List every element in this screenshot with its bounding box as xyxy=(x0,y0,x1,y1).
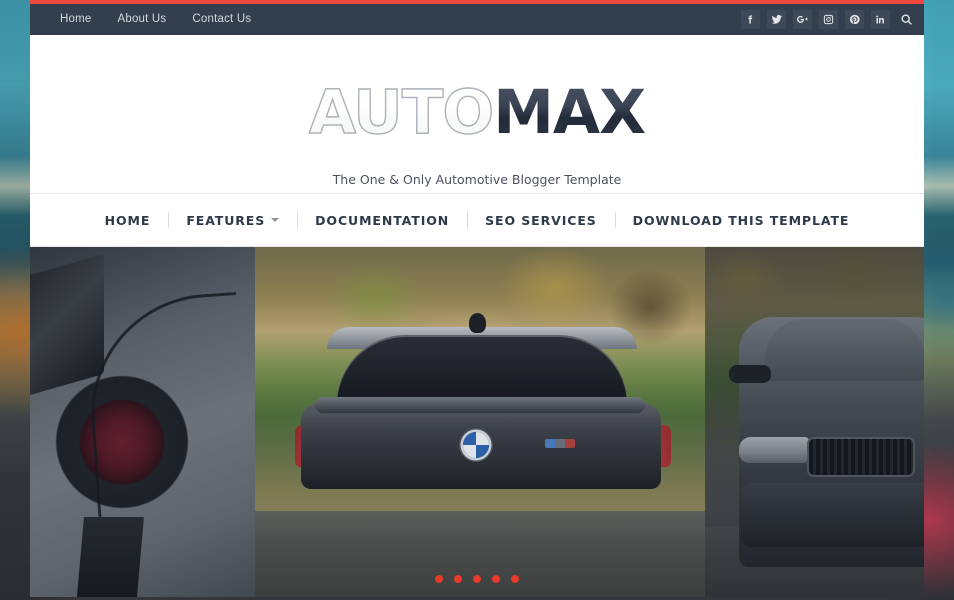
twitter-icon[interactable] xyxy=(767,10,786,29)
top-nav-item-about-us[interactable]: About Us xyxy=(104,4,179,35)
main-nav-link-download-this-template[interactable]: DOWNLOAD THIS TEMPLATE xyxy=(633,213,850,228)
slide-active[interactable] xyxy=(255,247,705,597)
site-logo[interactable]: AUTOMAX xyxy=(30,81,924,143)
featured-slider: Melancholy Middletons Yet Understood Dec… xyxy=(30,247,924,597)
main-nav: HOME FEATURES DOCUMENTATION SEO SERVICES… xyxy=(30,193,924,247)
logo-text-auto: AUTO xyxy=(308,77,495,148)
instagram-icon[interactable] xyxy=(819,10,838,29)
site-tagline: The One & Only Automotive Blogger Templa… xyxy=(332,172,622,187)
social-links xyxy=(734,4,924,35)
slider-dot[interactable] xyxy=(473,575,481,583)
main-nav-item-documentation[interactable]: DOCUMENTATION xyxy=(297,213,467,228)
main-nav-item-home[interactable]: HOME xyxy=(87,213,169,228)
slide-image-bmw-sedan-rear-view xyxy=(255,247,705,597)
slide-next[interactable] xyxy=(705,247,924,597)
site-container: Home About Us Contact Us AUTOMAX The One… xyxy=(30,0,924,600)
main-nav-link-documentation[interactable]: DOCUMENTATION xyxy=(315,213,449,228)
top-nav: Home About Us Contact Us xyxy=(30,4,264,35)
logo-text-max: MAX xyxy=(493,77,646,148)
slider-dot[interactable] xyxy=(492,575,500,583)
main-nav-link-home[interactable]: HOME xyxy=(105,213,151,228)
pinterest-icon[interactable] xyxy=(845,10,864,29)
slider-pagination xyxy=(30,575,924,583)
google-plus-icon[interactable] xyxy=(793,10,812,29)
main-nav-item-features[interactable]: FEATURES xyxy=(168,213,297,228)
top-bar: Home About Us Contact Us xyxy=(30,4,924,35)
site-header: AUTOMAX The One & Only Automotive Blogge… xyxy=(30,35,924,193)
slide-image-bmw-sedan-front-view xyxy=(705,247,924,597)
main-nav-link-seo-services[interactable]: SEO SERVICES xyxy=(485,213,597,228)
search-icon[interactable] xyxy=(897,10,916,29)
slider-dot[interactable] xyxy=(435,575,443,583)
slider-dot[interactable] xyxy=(511,575,519,583)
main-nav-item-seo-services[interactable]: SEO SERVICES xyxy=(467,213,615,228)
top-nav-item-contact-us[interactable]: Contact Us xyxy=(179,4,264,35)
top-nav-item-home[interactable]: Home xyxy=(47,4,104,35)
linkedin-icon[interactable] xyxy=(871,10,890,29)
main-nav-link-features[interactable]: FEATURES xyxy=(186,213,265,228)
slide-image-car-taillight-closeup xyxy=(30,247,255,597)
main-nav-item-download-this-template[interactable]: DOWNLOAD THIS TEMPLATE xyxy=(615,213,868,228)
slide-previous[interactable] xyxy=(30,247,255,597)
slider-dot[interactable] xyxy=(454,575,462,583)
facebook-icon[interactable] xyxy=(741,10,760,29)
chevron-down-icon xyxy=(271,218,280,222)
